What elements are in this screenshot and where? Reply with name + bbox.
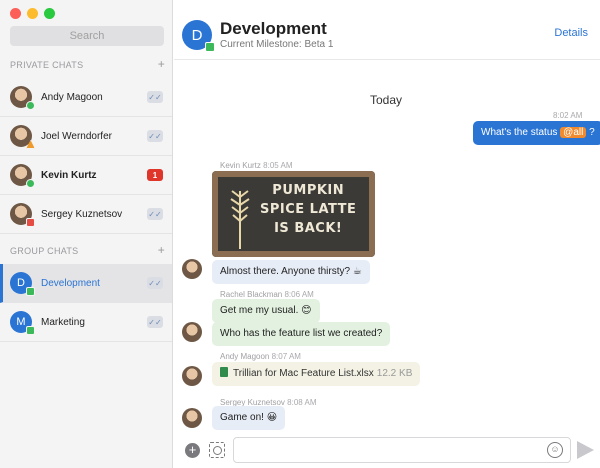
online-status-icon xyxy=(26,101,35,110)
chat-name: Joel Werndorfer xyxy=(41,130,112,142)
send-icon[interactable] xyxy=(577,441,594,459)
avatar xyxy=(10,125,35,149)
message-text-suffix: ? xyxy=(586,127,595,138)
avatar[interactable] xyxy=(182,408,202,428)
message-text: Game on! xyxy=(220,412,264,423)
group-status-icon xyxy=(26,326,35,335)
read-check-icon: ✓✓ xyxy=(147,277,163,289)
read-check-icon: ✓✓ xyxy=(147,208,163,220)
group-avatar: M xyxy=(10,311,35,335)
message-text: Almost there. Anyone thirsty? xyxy=(220,266,351,277)
mention-tag[interactable]: @all xyxy=(560,127,587,138)
minimize-window-button[interactable] xyxy=(27,8,38,19)
chat-item-marketing[interactable]: M Marketing ✓✓ xyxy=(0,303,172,342)
outgoing-message[interactable]: What's the status @all ? xyxy=(473,121,600,145)
message-meta: Andy Magoon 8:07 AM xyxy=(220,352,301,361)
shared-image[interactable]: PUMPKIN SPICE LATTE IS BACK! xyxy=(212,171,375,257)
spreadsheet-file-icon xyxy=(220,367,228,377)
read-check-icon: ✓✓ xyxy=(147,316,163,328)
chat-item-kevin-kurtz[interactable]: Kevin Kurtz 1 xyxy=(0,156,172,195)
add-group-chat-button[interactable]: + xyxy=(158,244,165,256)
message-time: 8:05 AM xyxy=(263,161,293,170)
details-link[interactable]: Details xyxy=(554,27,588,39)
message-input[interactable] xyxy=(233,437,571,463)
emoji-picker-icon[interactable]: ☺ xyxy=(547,442,563,458)
sender-name: Andy Magoon xyxy=(220,352,270,361)
avatar[interactable] xyxy=(182,366,202,386)
away-status-icon xyxy=(26,140,35,149)
add-private-chat-button[interactable]: + xyxy=(158,58,165,70)
unread-count-badge: 1 xyxy=(147,169,163,181)
group-avatar[interactable]: D xyxy=(182,20,215,52)
chat-item-andy-magoon[interactable]: Andy Magoon ✓✓ xyxy=(0,78,172,117)
read-check-icon: ✓✓ xyxy=(147,91,163,103)
avatar xyxy=(10,86,35,110)
chat-item-joel-werndorfer[interactable]: Joel Werndorfer ✓✓ xyxy=(0,117,172,156)
group-status-icon xyxy=(205,42,215,52)
file-size: 12.2 KB xyxy=(376,368,413,379)
smile-emoji-icon: 😊 xyxy=(301,305,312,316)
chat-item-development[interactable]: D Development ✓✓ xyxy=(0,264,172,303)
message-text: Who has the feature list we created? xyxy=(220,328,383,339)
milestone-subtitle: Current Milestone: Beta 1 xyxy=(220,39,334,50)
chat-item-sergey-kuznetsov[interactable]: Sergey Kuznetsov ✓✓ xyxy=(0,195,172,234)
read-check-icon: ✓✓ xyxy=(147,130,163,142)
incoming-message[interactable]: Game on! 😀 xyxy=(212,406,286,430)
message-time: 8:02 AM xyxy=(553,111,583,120)
message-text: What's the status xyxy=(481,127,561,138)
chat-header: D Development Current Milestone: Beta 1 … xyxy=(174,0,600,60)
chat-name: Sergey Kuznetsov xyxy=(41,208,123,220)
group-chats-header: GROUP CHATS + xyxy=(10,244,165,256)
avatar xyxy=(10,203,35,227)
close-window-button[interactable] xyxy=(10,8,21,19)
window-controls xyxy=(10,8,55,19)
message-composer: + ☺ xyxy=(174,434,600,468)
chat-name: Kevin Kurtz xyxy=(41,169,97,181)
avatar[interactable] xyxy=(182,322,202,342)
online-status-icon xyxy=(26,179,35,188)
screenshot-icon[interactable] xyxy=(209,442,225,458)
zoom-window-button[interactable] xyxy=(44,8,55,19)
chat-name: Marketing xyxy=(41,316,85,328)
incoming-message[interactable]: Get me my usual. 😊 xyxy=(212,299,320,323)
file-name: Trillian for Mac Feature List.xlsx xyxy=(233,368,374,379)
message-time: 8:08 AM xyxy=(287,398,317,407)
group-status-icon xyxy=(26,287,35,296)
image-frame xyxy=(212,171,375,257)
private-chats-label: PRIVATE CHATS xyxy=(10,60,84,70)
sender-name: Kevin Kurtz xyxy=(220,161,261,170)
avatar-initial: M xyxy=(16,316,26,328)
group-chats-label: GROUP CHATS xyxy=(10,246,79,256)
message-time: 8:06 AM xyxy=(284,290,314,299)
day-divider: Today xyxy=(370,93,403,107)
chat-name: Development xyxy=(41,277,100,289)
chat-name: Andy Magoon xyxy=(41,91,103,103)
page-title: Development xyxy=(220,19,327,38)
avatar-initial: D xyxy=(191,26,203,44)
avatar[interactable] xyxy=(182,259,202,279)
avatar-initial: D xyxy=(17,277,25,289)
grin-emoji-icon: 😀 xyxy=(266,412,278,423)
avatar xyxy=(10,164,35,188)
sender-name: Rachel Blackman xyxy=(220,290,283,299)
search-input[interactable] xyxy=(10,26,164,46)
group-avatar: D xyxy=(10,272,35,296)
add-attachment-button[interactable]: + xyxy=(185,443,200,458)
message-meta: Kevin Kurtz 8:05 AM xyxy=(220,161,293,170)
message-text: Get me my usual. xyxy=(220,305,299,316)
incoming-message[interactable]: Almost there. Anyone thirsty? ☕ xyxy=(212,260,370,284)
private-chats-header: PRIVATE CHATS + xyxy=(10,58,165,70)
coffee-icon: ☕ xyxy=(352,266,362,277)
file-attachment[interactable]: Trillian for Mac Feature List.xlsx 12.2 K… xyxy=(212,362,421,386)
message-time: 8:07 AM xyxy=(271,352,301,361)
message-meta: Rachel Blackman 8:06 AM xyxy=(220,290,314,299)
sidebar: PRIVATE CHATS + Andy Magoon ✓✓ Joel Wern… xyxy=(0,0,173,468)
busy-status-icon xyxy=(26,218,35,227)
incoming-message[interactable]: Who has the feature list we created? xyxy=(212,322,391,346)
